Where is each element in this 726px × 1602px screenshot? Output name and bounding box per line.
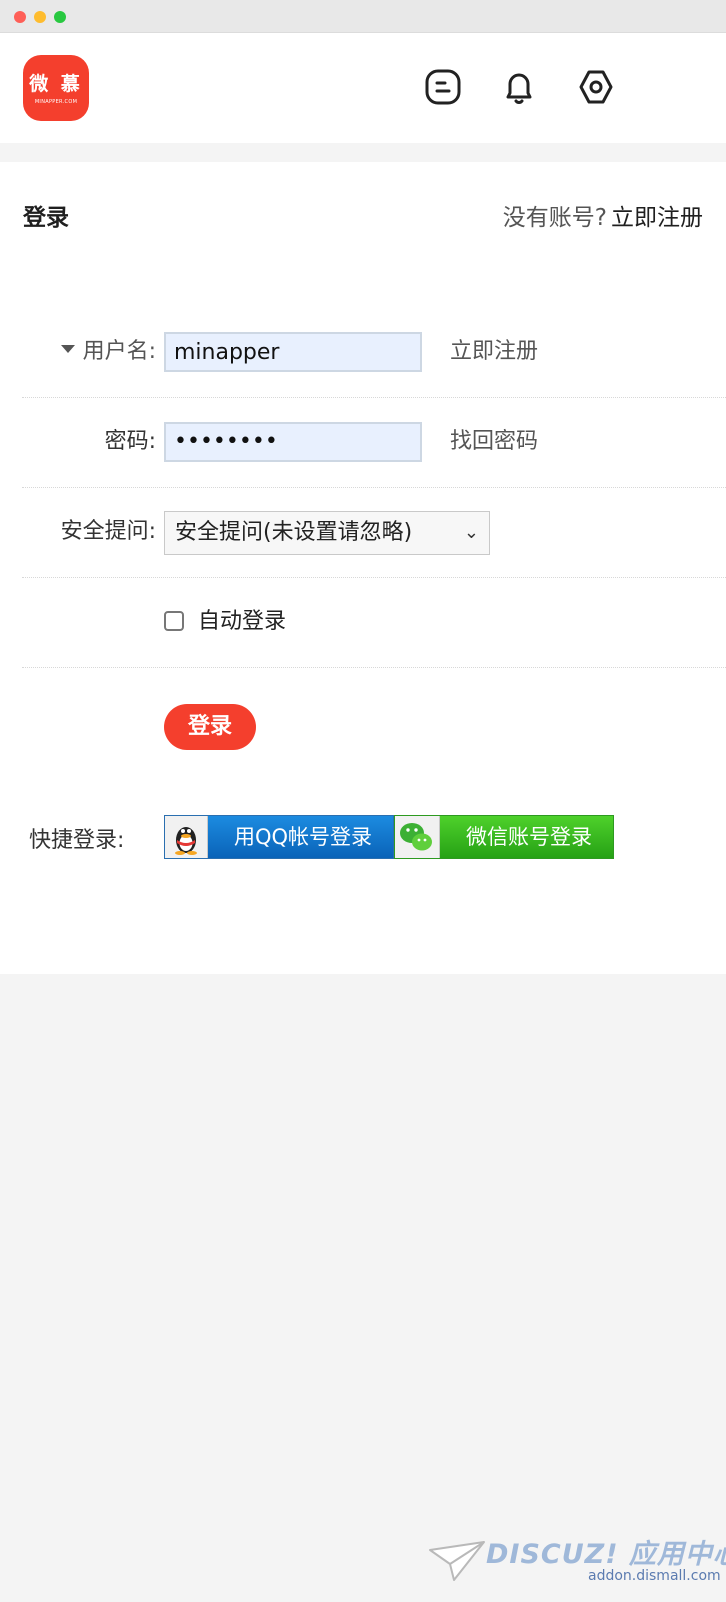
close-window-button[interactable] (14, 11, 26, 23)
login-card: 登录 没有账号?立即注册 用户名: 立即注册 密码: •••••••• 找回密码… (0, 162, 726, 974)
forgot-password-link[interactable]: 找回密码 (450, 397, 538, 487)
qq-penguin-icon (165, 816, 208, 858)
logo-subtext: MINAPPER.COM (34, 99, 78, 105)
window-titlebar (0, 0, 726, 33)
app-logo[interactable]: 微 慕 MINAPPER.COM (23, 55, 89, 121)
page-title: 登录 (23, 205, 69, 231)
auto-login-checkbox[interactable] (164, 611, 184, 631)
app-header: 微 慕 MINAPPER.COM (0, 33, 726, 143)
auto-login-row: 自动登录 (22, 577, 726, 668)
password-input[interactable]: •••••••• (164, 422, 422, 462)
watermark-url: addon.dismall.com (588, 1568, 721, 1584)
minimize-window-button[interactable] (34, 11, 46, 23)
security-question-select[interactable]: 安全提问(未设置请忽略) ⌄ (164, 511, 490, 555)
wechat-login-text: 微信账号登录 (466, 825, 592, 849)
username-row: 用户名: 立即注册 (22, 307, 726, 398)
qq-login-text: 用QQ帐号登录 (233, 825, 373, 849)
quick-login-label: 快捷登录: (29, 828, 125, 853)
zoom-window-button[interactable] (54, 11, 66, 23)
register-side-link[interactable]: 立即注册 (450, 307, 538, 397)
no-account-text: 没有账号? (502, 205, 607, 231)
discuz-watermark: DISCUZ! 应用中心 addon.dismall.com (428, 1532, 726, 1588)
wechat-icon (395, 816, 440, 858)
password-row: 密码: •••••••• 找回密码 (22, 397, 726, 488)
security-question-row: 安全提问: 安全提问(未设置请忽略) ⌄ (22, 487, 726, 578)
logo-text: 微 慕 (29, 73, 83, 95)
password-label: 密码: (104, 429, 156, 454)
username-label[interactable]: 用户名: (60, 307, 156, 397)
qq-login-button[interactable]: 用QQ帐号登录 (164, 815, 394, 859)
wechat-login-button[interactable]: 微信账号登录 (394, 815, 614, 859)
watermark-brand: DISCUZ! 应用中心 (486, 1539, 726, 1570)
caret-down-icon (60, 345, 75, 353)
username-input[interactable] (164, 332, 422, 372)
message-icon[interactable] (423, 67, 463, 107)
security-question-label: 安全提问: (60, 519, 156, 544)
auto-login-label[interactable]: 自动登录 (198, 577, 286, 667)
security-question-value: 安全提问(未设置请忽略) (175, 520, 413, 545)
register-hint: 没有账号? 立即注册 (503, 198, 703, 232)
bell-icon[interactable] (499, 67, 539, 107)
chevron-down-icon: ⌄ (463, 522, 479, 543)
register-link[interactable]: 立即注册 (611, 205, 703, 231)
username-label-text: 用户名: (82, 339, 156, 364)
settings-icon[interactable] (576, 67, 616, 107)
paper-plane-icon (429, 1541, 485, 1581)
login-button[interactable]: 登录 (164, 704, 256, 750)
